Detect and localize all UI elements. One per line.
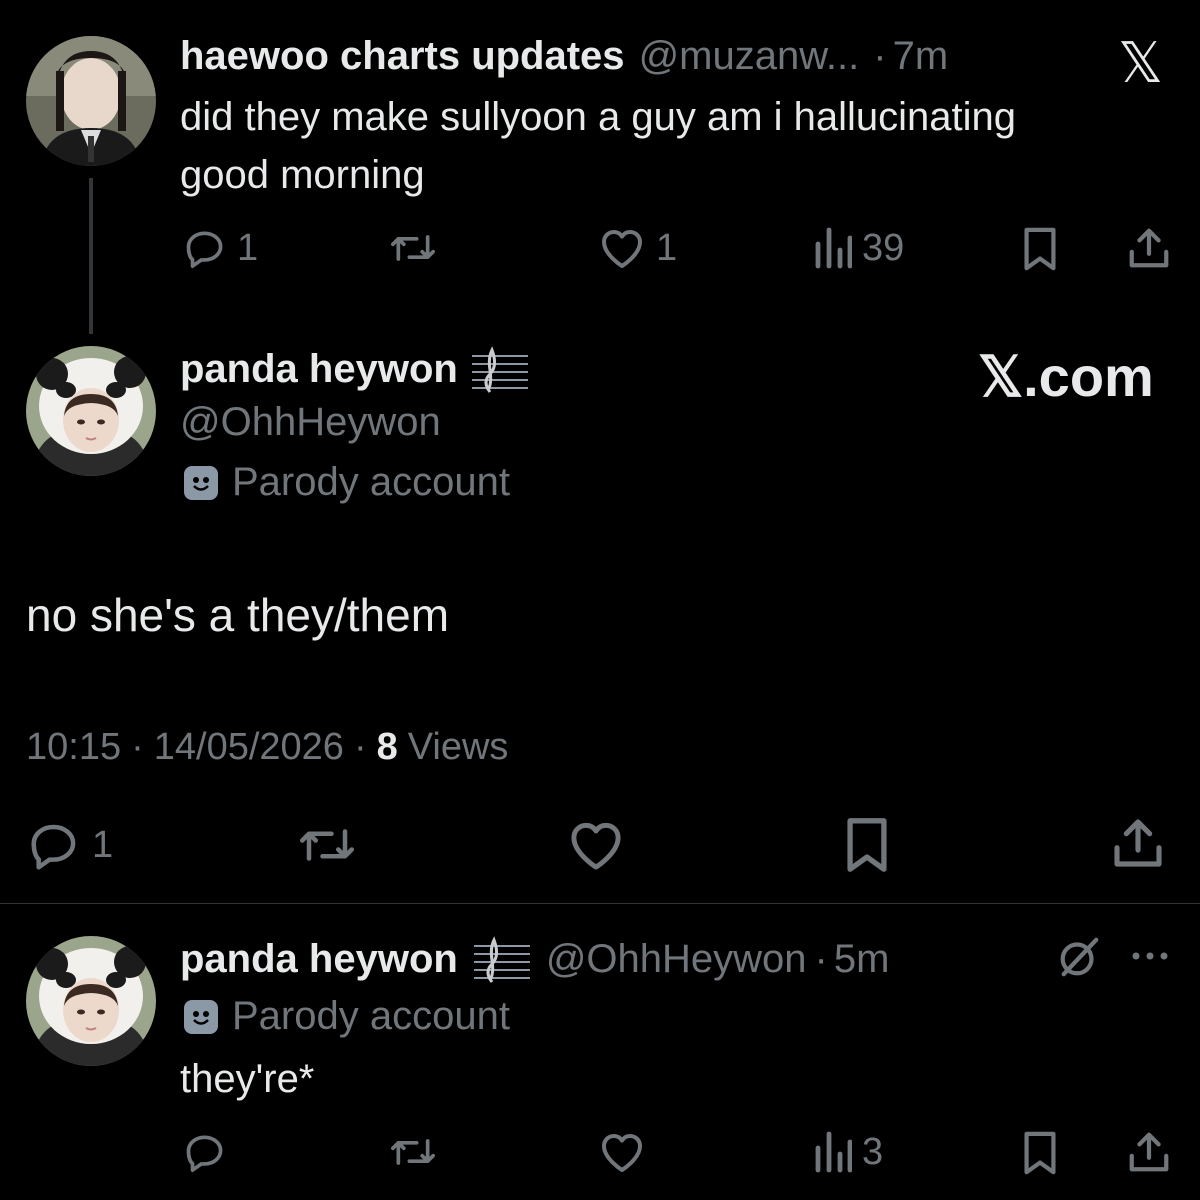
author-handle[interactable]: @muzanw... (639, 34, 860, 79)
tweet-meta: 10:15 · 14/05/2026 · 8 Views (26, 726, 508, 769)
author-name[interactable]: haewoo charts updates (180, 34, 625, 79)
views-label: Views (407, 726, 509, 768)
share-icon (1129, 1132, 1169, 1172)
parody-text: Parody account (232, 460, 510, 504)
share-icon (1129, 228, 1169, 268)
reply-icon (31, 824, 76, 870)
like-button[interactable] (598, 1130, 646, 1174)
tweet-text: they're* (180, 1057, 315, 1101)
tweet-date[interactable]: 14/05/2026 (154, 726, 344, 769)
reply-icon (186, 1135, 223, 1172)
share-icon (1114, 819, 1162, 867)
bookmark-icon (1024, 1131, 1056, 1175)
avatar[interactable] (26, 936, 156, 1066)
reply-icon (186, 231, 223, 268)
retweet-icon (391, 1139, 435, 1165)
bookmark-button[interactable] (1020, 1130, 1060, 1176)
like-icon (602, 230, 642, 268)
author-name[interactable]: panda heywon (180, 347, 458, 392)
tweet-time[interactable]: 5m (834, 937, 890, 982)
avatar-image (26, 936, 156, 1066)
music-staff-icon (471, 346, 528, 393)
author-handle[interactable]: @OhhHeywon (546, 937, 807, 982)
tweet3-header: panda heywon @OhhHeywon · 5m (180, 934, 889, 984)
grok-icon (1060, 937, 1099, 977)
like-count: 1 (656, 226, 678, 269)
tweet-text-line: did they make sullyoon a guy am i halluc… (180, 95, 1017, 139)
x-com-watermark: 𝕏.com (978, 345, 1154, 408)
avatar[interactable] (26, 36, 156, 166)
separator: · (353, 726, 367, 768)
views-count: 3 (862, 1130, 884, 1173)
like-button[interactable] (566, 818, 626, 872)
reply-count: 1 (237, 226, 259, 269)
grok-button[interactable] (1056, 934, 1102, 985)
avatar-image (26, 36, 156, 166)
retweet-icon (391, 235, 435, 261)
reply-button[interactable]: 1 (26, 818, 113, 872)
x-logo-icon: 𝕏 (1118, 31, 1164, 94)
author-name[interactable]: panda heywon (180, 937, 458, 982)
views-count: 39 (862, 226, 905, 269)
avatar-image (26, 346, 156, 476)
more-icon (1132, 952, 1168, 960)
tweet-time[interactable]: 7m (893, 34, 949, 79)
tweet-time[interactable]: 10:15 (26, 726, 121, 769)
parody-label: Parody account (184, 460, 510, 505)
parody-mask-icon (184, 999, 218, 1034)
separator: · (131, 726, 144, 768)
retweet-button[interactable] (388, 226, 438, 270)
like-icon (571, 822, 621, 870)
share-button[interactable] (1126, 1128, 1172, 1176)
bookmark-button[interactable] (842, 816, 892, 874)
views-icon (815, 1131, 852, 1173)
reply-button[interactable]: 1 (183, 226, 258, 270)
share-button[interactable] (1126, 224, 1172, 272)
views-count: 8 (376, 726, 398, 768)
parody-mask-icon (184, 465, 218, 500)
author-name-row: panda heywon (180, 344, 530, 394)
music-staff-icon (473, 936, 530, 983)
share-button[interactable] (1110, 814, 1166, 872)
tweet1-header: haewoo charts updates @muzanw... · 7m (180, 34, 948, 79)
views-button[interactable]: 3 (812, 1130, 883, 1174)
tweet-text-line: good morning (180, 153, 425, 197)
parody-text: Parody account (232, 994, 510, 1038)
bookmark-icon (1024, 227, 1056, 271)
like-icon (602, 1134, 642, 1172)
parody-label: Parody account (184, 994, 510, 1039)
bookmark-button[interactable] (1020, 226, 1060, 272)
views-button[interactable]: 39 (812, 226, 904, 270)
retweet-icon (300, 829, 354, 861)
tweet-text: did they make sullyoon a guy am i halluc… (180, 88, 1016, 204)
thread-line (89, 178, 93, 334)
divider (0, 903, 1200, 904)
avatar[interactable] (26, 346, 156, 476)
retweet-button[interactable] (296, 818, 358, 872)
bookmark-icon (847, 818, 887, 872)
retweet-button[interactable] (388, 1130, 438, 1174)
author-handle[interactable]: @OhhHeywon (180, 400, 441, 445)
separator: · (814, 936, 828, 981)
separator: · (873, 34, 887, 78)
reply-count: 1 (92, 823, 114, 866)
reply-button[interactable] (183, 1130, 227, 1174)
views-icon (815, 227, 852, 269)
more-button[interactable] (1130, 944, 1170, 973)
tweet-text: no she's a they/them (26, 589, 450, 641)
like-button[interactable]: 1 (598, 226, 677, 270)
